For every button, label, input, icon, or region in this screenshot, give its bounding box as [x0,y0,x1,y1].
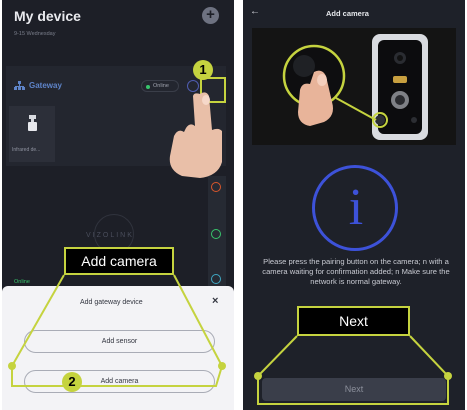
device-label: Infrared de... [12,147,41,153]
camera-photo-icon [252,28,456,145]
next-button[interactable]: Next [262,378,446,401]
camera-icon [28,115,37,131]
tutorial-composite: My device 9-15 Wednesday + Gateway Onlin… [0,0,467,410]
next-callout: Next [297,306,410,336]
settings-icon[interactable] [211,274,221,284]
pointing-hand-icon [169,92,222,178]
share-icon[interactable] [211,229,221,239]
sheet-title: Add gateway device [80,299,143,306]
page-title: Add camera [326,9,369,18]
gateway-icon [14,81,25,90]
back-arrow-icon[interactable]: ← [250,6,260,17]
brand-watermark: VIZOLINK [86,232,134,239]
page-title: My device [14,8,81,24]
status-text: Online [14,279,30,285]
step-badge-1: 1 [193,60,213,80]
add-sensor-button[interactable]: Add sensor [24,330,215,353]
date-label: 9-15 Wednesday [14,31,56,37]
pairing-instructions: Please press the pairing button on the c… [262,257,450,286]
info-icon: i [348,179,364,236]
add-camera-callout: Add camera [64,247,174,275]
plus-icon[interactable]: + [202,7,219,24]
add-camera-button[interactable]: Add camera [24,370,215,393]
gateway-title: Gateway [29,81,62,90]
step-badge-2: 2 [62,372,82,392]
pairing-illustration [252,28,456,145]
alert-icon[interactable] [211,182,221,192]
close-icon[interactable]: × [212,295,218,307]
